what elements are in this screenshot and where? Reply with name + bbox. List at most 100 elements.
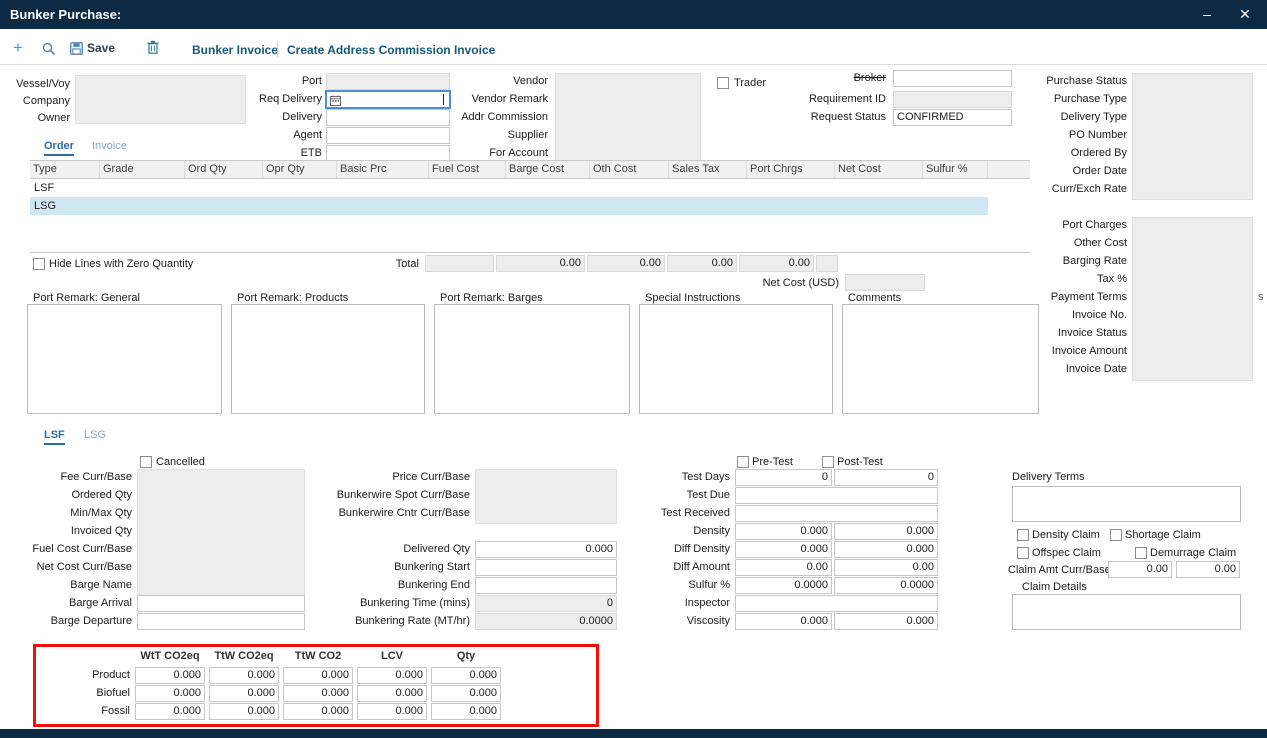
search-icon bbox=[42, 42, 56, 56]
special-instructions-textarea[interactable] bbox=[639, 304, 833, 414]
co2-cell-fossil-2[interactable]: 0.000 bbox=[209, 703, 279, 720]
pre-test-checkbox[interactable] bbox=[737, 456, 749, 468]
bunkering-start-input[interactable] bbox=[475, 559, 617, 576]
column-header-port-chrgs[interactable]: Port Chrgs bbox=[747, 161, 835, 178]
co2-cell-biofuel-4[interactable]: 0.000 bbox=[357, 685, 427, 702]
viscosity-input-2[interactable]: 0.000 bbox=[834, 613, 938, 630]
requirement-id-field bbox=[893, 91, 1012, 108]
port-remark-products-textarea[interactable] bbox=[231, 304, 425, 414]
column-header-grade[interactable]: Grade bbox=[100, 161, 185, 178]
co2-cell-biofuel-1[interactable]: 0.000 bbox=[135, 685, 205, 702]
search-button[interactable] bbox=[42, 42, 56, 56]
order-table-body: LSF LSG bbox=[30, 179, 1030, 253]
column-header-basic-prc[interactable]: Basic Prc bbox=[337, 161, 429, 178]
diff-density-input-2[interactable]: 0.000 bbox=[834, 541, 938, 558]
diff-amount-input-2[interactable]: 0.00 bbox=[834, 559, 938, 576]
shortage-claim-checkbox[interactable] bbox=[1110, 529, 1122, 541]
for-account-label: For Account bbox=[430, 146, 548, 161]
diff-density-input-1[interactable]: 0.000 bbox=[735, 541, 832, 558]
claim-amt-input-2[interactable]: 0.00 bbox=[1176, 561, 1240, 578]
close-button[interactable]: ✕ bbox=[1232, 0, 1258, 29]
column-header-sulfur[interactable]: Sulfur % bbox=[923, 161, 988, 178]
minimize-button[interactable]: – bbox=[1194, 0, 1220, 29]
column-header-net-cost[interactable]: Net Cost bbox=[835, 161, 923, 178]
claim-amt-label: Claim Amt Curr/Base bbox=[1008, 563, 1111, 578]
total-field-2: 0.00 bbox=[587, 255, 665, 272]
test-due-input[interactable] bbox=[735, 487, 938, 504]
bunker-purchase-window: Bunker Purchase: – ✕ + Save bbox=[0, 0, 1267, 738]
density-claim-checkbox[interactable] bbox=[1017, 529, 1029, 541]
co2-cell-fossil-4[interactable]: 0.000 bbox=[357, 703, 427, 720]
co2-cell-fossil-5[interactable]: 0.000 bbox=[431, 703, 501, 720]
offspec-claim-checkbox[interactable] bbox=[1017, 547, 1029, 559]
viscosity-input-1[interactable]: 0.000 bbox=[735, 613, 832, 630]
co2-cell-biofuel-5[interactable]: 0.000 bbox=[431, 685, 501, 702]
trader-checkbox[interactable] bbox=[717, 77, 729, 89]
density-input-2[interactable]: 0.000 bbox=[834, 523, 938, 540]
co2-cell-fossil-1[interactable]: 0.000 bbox=[135, 703, 205, 720]
tab-lsg[interactable]: LSG bbox=[84, 429, 106, 441]
create-commission-invoice-link[interactable]: Create Address Commission Invoice bbox=[287, 43, 495, 57]
co2-cell-product-1[interactable]: 0.000 bbox=[135, 667, 205, 684]
test-received-input[interactable] bbox=[735, 505, 938, 522]
column-header-barge-cost[interactable]: Barge Cost bbox=[506, 161, 590, 178]
port-remark-general-textarea[interactable] bbox=[27, 304, 222, 414]
inspector-input[interactable] bbox=[735, 595, 938, 612]
broker-input[interactable] bbox=[893, 70, 1012, 87]
req-delivery-label: Req Delivery bbox=[230, 92, 322, 107]
tab-invoice[interactable]: Invoice bbox=[92, 140, 127, 152]
vendor-info-box bbox=[555, 73, 701, 162]
claim-amt-input-1[interactable]: 0.00 bbox=[1108, 561, 1172, 578]
add-button[interactable]: + bbox=[13, 39, 23, 56]
bunkering-end-input[interactable] bbox=[475, 577, 617, 594]
co2-cell-product-4[interactable]: 0.000 bbox=[357, 667, 427, 684]
bunker-invoice-link[interactable]: Bunker Invoice bbox=[192, 43, 278, 57]
port-remark-barges-textarea[interactable] bbox=[434, 304, 630, 414]
tab-order[interactable]: Order bbox=[44, 140, 74, 156]
barge-arrival-input[interactable] bbox=[137, 595, 305, 612]
co2-cell-biofuel-3[interactable]: 0.000 bbox=[283, 685, 353, 702]
save-button[interactable]: Save bbox=[70, 41, 115, 55]
co2-cell-product-3[interactable]: 0.000 bbox=[283, 667, 353, 684]
demurrage-claim-checkbox[interactable] bbox=[1135, 547, 1147, 559]
column-header-ord-qty[interactable]: Ord Qty bbox=[185, 161, 263, 178]
density-input-1[interactable]: 0.000 bbox=[735, 523, 832, 540]
comments-textarea[interactable] bbox=[842, 304, 1039, 414]
request-status-input[interactable]: CONFIRMED bbox=[893, 109, 1012, 126]
claim-details-textarea[interactable] bbox=[1012, 594, 1241, 630]
bunkerwire-cntr-label: Bunkerwire Cntr Curr/Base bbox=[318, 506, 470, 521]
total-field-1: 0.00 bbox=[496, 255, 585, 272]
cancelled-checkbox[interactable] bbox=[140, 456, 152, 468]
co2-cell-biofuel-2[interactable]: 0.000 bbox=[209, 685, 279, 702]
column-header-fuel-cost[interactable]: Fuel Cost bbox=[429, 161, 506, 178]
delivered-qty-input[interactable]: 0.000 bbox=[475, 541, 617, 558]
co2-cell-product-2[interactable]: 0.000 bbox=[209, 667, 279, 684]
table-row-selected[interactable]: LSG bbox=[30, 197, 988, 215]
price-info-box bbox=[475, 469, 617, 524]
delete-button[interactable] bbox=[147, 40, 159, 54]
toolbar-divider bbox=[277, 41, 278, 57]
diff-amount-input-1[interactable]: 0.00 bbox=[735, 559, 832, 576]
post-test-checkbox[interactable] bbox=[822, 456, 834, 468]
co2-row-label-fossil: Fossil bbox=[58, 704, 130, 719]
co2-cell-product-5[interactable]: 0.000 bbox=[431, 667, 501, 684]
column-header-type[interactable]: Type bbox=[30, 161, 100, 178]
sulfur-input-2[interactable]: 0.0000 bbox=[834, 577, 938, 594]
test-days-input-2[interactable]: 0 bbox=[834, 469, 938, 486]
sulfur-input-1[interactable]: 0.0000 bbox=[735, 577, 832, 594]
column-header-opr-qty[interactable]: Opr Qty bbox=[263, 161, 337, 178]
table-row[interactable]: LSF bbox=[30, 179, 988, 197]
column-header-oth-cost[interactable]: Oth Cost bbox=[590, 161, 669, 178]
tab-lsf[interactable]: LSF bbox=[44, 429, 65, 445]
test-days-input-1[interactable]: 0 bbox=[735, 469, 832, 486]
shortage-claim-label: Shortage Claim bbox=[1125, 528, 1201, 543]
co2-cell-fossil-3[interactable]: 0.000 bbox=[283, 703, 353, 720]
hide-zero-qty-checkbox[interactable] bbox=[33, 258, 45, 270]
port-label: Port bbox=[230, 74, 322, 89]
barge-departure-input[interactable] bbox=[137, 613, 305, 630]
toolbar: + Save Bunker Invoice bbox=[0, 29, 1267, 65]
po-number-label: PO Number bbox=[1000, 128, 1127, 143]
total-label: Total bbox=[360, 257, 419, 272]
delivery-terms-textarea[interactable] bbox=[1012, 486, 1241, 522]
column-header-sales-tax[interactable]: Sales Tax bbox=[669, 161, 747, 178]
